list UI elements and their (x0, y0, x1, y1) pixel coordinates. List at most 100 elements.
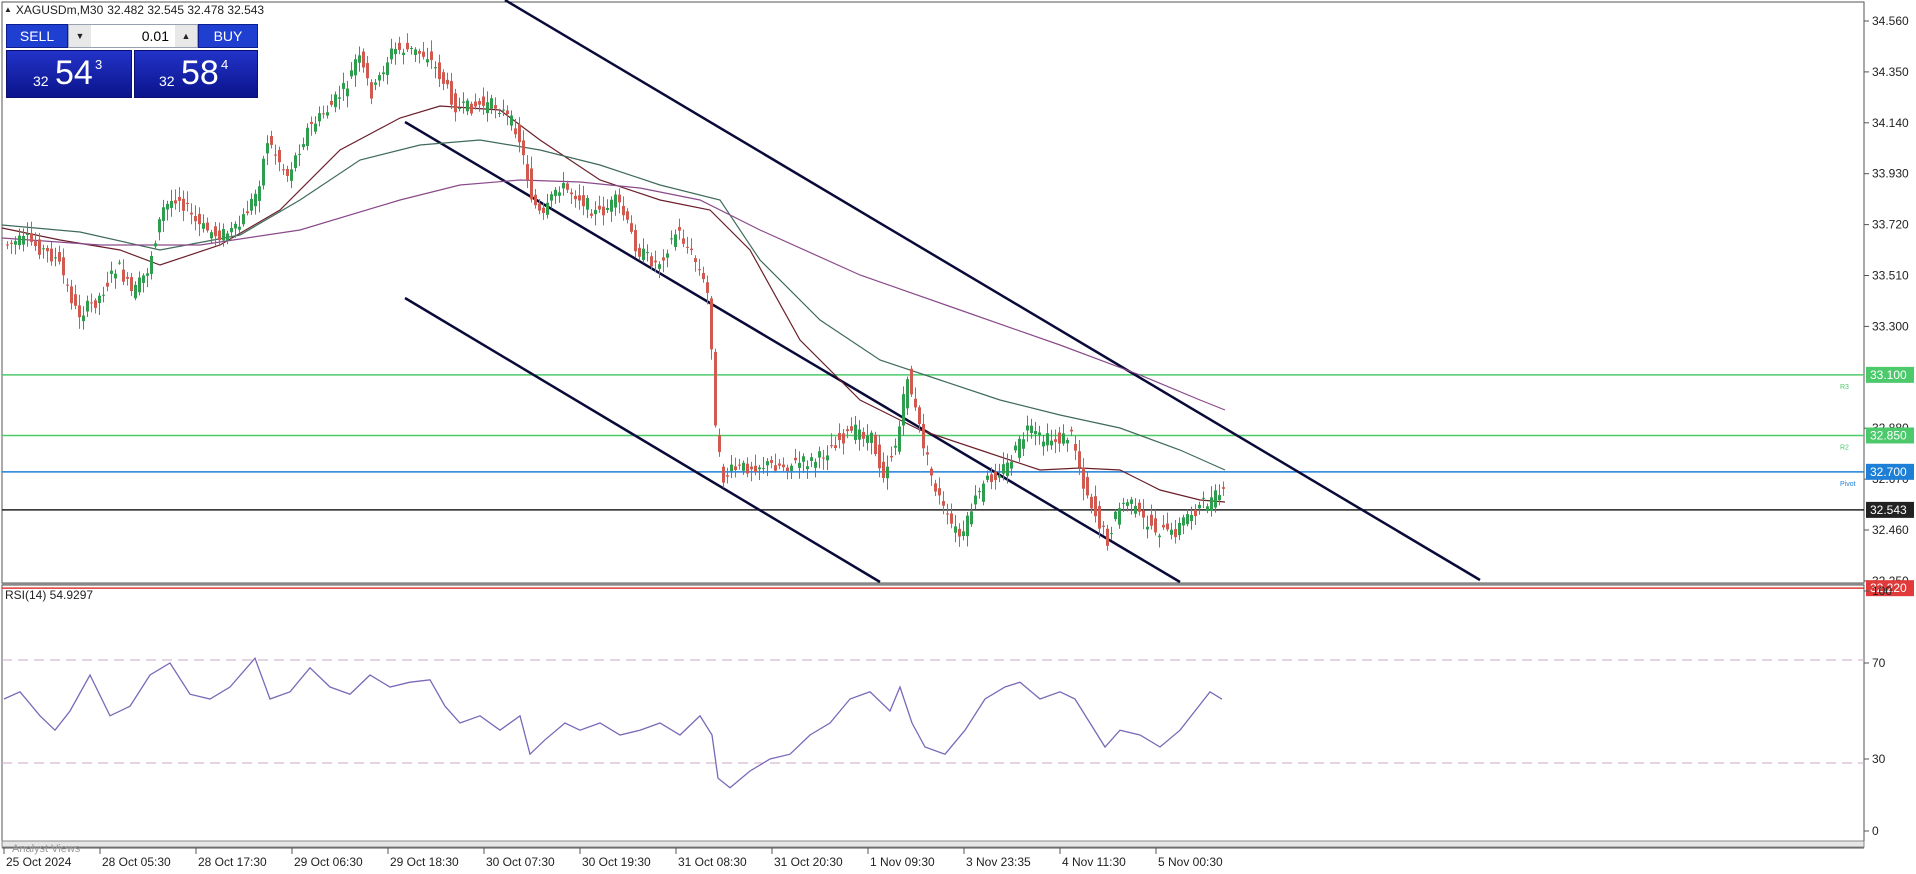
lot-size-input[interactable] (91, 27, 175, 45)
candle-body (482, 96, 485, 106)
candle-body (614, 194, 617, 208)
candle-body (582, 195, 585, 207)
channel-upper-line[interactable] (504, 0, 1481, 582)
candle-body (1122, 502, 1125, 504)
symbol-header: ▲ XAGUSDm,M30 32.482 32.545 32.478 32.54… (4, 3, 264, 17)
symbol-timeframe: XAGUSDm,M30 (15, 3, 104, 17)
candle-body (678, 227, 681, 231)
candle-body (1202, 497, 1205, 499)
level-tag-text: R2 (1840, 444, 1849, 451)
candle-body (58, 252, 61, 262)
candle-body (914, 398, 917, 408)
candle-body (82, 315, 85, 322)
candle-body (474, 101, 477, 107)
candle-body (962, 531, 965, 537)
level-price-tag-text: 32.700 (1870, 465, 1907, 479)
candle-body (106, 282, 109, 287)
candle-body (702, 273, 705, 280)
candle-body (746, 463, 749, 474)
candle-body (998, 475, 1001, 478)
chart-canvas[interactable]: 34.560 34.350 34.140 33.930 33.720 33.510 33.3… (0, 0, 1916, 874)
time-axis-label: 31 Oct 20:30 (774, 855, 843, 869)
price-axis-label: 33.930 (1872, 167, 1909, 181)
candle-body (1126, 502, 1129, 506)
time-axis-label: 1 Nov 09:30 (870, 855, 935, 869)
trend-channel[interactable] (404, 0, 1481, 584)
candle-body (494, 105, 497, 109)
candle-body (418, 50, 421, 54)
buy-button[interactable]: BUY (198, 24, 258, 48)
candle-body (1106, 528, 1109, 546)
candle-body (538, 203, 541, 211)
candle-body (162, 207, 165, 221)
candle-body (366, 63, 369, 79)
candle-body (734, 466, 737, 471)
candle-body (798, 462, 801, 468)
sell-price-box[interactable]: 32 54 3 (6, 50, 132, 98)
candle-body (314, 123, 317, 132)
candle-body (410, 47, 413, 49)
candle-body (810, 457, 813, 461)
candle-body (142, 275, 145, 283)
collapse-triangle-icon[interactable]: ▲ (4, 3, 12, 17)
candle-body (846, 429, 849, 432)
candle-body (710, 298, 713, 350)
candle-body (426, 59, 429, 63)
one-click-trading-panel: SELL ▼ ▲ BUY 32 54 3 32 58 4 (6, 24, 258, 98)
candle-body (74, 294, 77, 306)
price-axis-label: 33.300 (1872, 319, 1909, 333)
candle-body (458, 108, 461, 110)
candle-body (806, 466, 809, 470)
candle-body (522, 140, 525, 156)
candle-body (34, 241, 37, 247)
candle-body (170, 200, 173, 208)
candle-body (158, 219, 161, 233)
candle-body (1010, 461, 1013, 469)
candle-body (622, 205, 625, 216)
rsi-indicator-label: RSI(14) 54.9297 (5, 588, 94, 602)
candle-body (730, 464, 733, 472)
channel-lower-line[interactable] (404, 296, 881, 584)
candle-body (386, 62, 389, 76)
lot-increase-arrow-icon[interactable]: ▲ (175, 25, 197, 47)
candle-body (198, 213, 201, 225)
candle-body (298, 153, 301, 155)
channel-middle-line[interactable] (404, 120, 1181, 584)
candle-body (1022, 439, 1025, 449)
candle-body (174, 200, 177, 204)
candle-body (1050, 440, 1053, 446)
candle-body (382, 72, 385, 75)
candle-body (1082, 467, 1085, 489)
candle-body (758, 467, 761, 470)
sell-price-sup: 3 (95, 57, 103, 72)
candle-body (1098, 506, 1101, 529)
candle-body (450, 81, 453, 105)
candle-body (606, 207, 609, 210)
candle-body (802, 456, 805, 462)
time-axis-label: 28 Oct 17:30 (198, 855, 267, 869)
rsi-axis-label: 100 (1872, 584, 1892, 598)
lot-decrease-arrow-icon[interactable]: ▼ (69, 25, 91, 47)
candle-body (50, 248, 53, 262)
candle-body (102, 294, 105, 296)
candle-body (390, 48, 393, 60)
candle-body (330, 101, 333, 105)
candle-body (38, 239, 41, 255)
buy-price-box[interactable]: 32 58 4 (134, 50, 258, 98)
rsi-line (3, 656, 1223, 789)
candle-body (718, 435, 721, 452)
candle-body (898, 426, 901, 452)
candle-body (1030, 425, 1033, 433)
candle-body (250, 198, 253, 211)
candle-body (742, 462, 745, 471)
level-price-tag-text: 33.100 (1870, 368, 1907, 382)
candle-body (486, 102, 489, 114)
candle-body (302, 144, 305, 148)
candle-body (1046, 433, 1049, 446)
candle-body (30, 233, 33, 242)
candle-body (430, 51, 433, 61)
analyst-views-label[interactable]: Analyst Views (12, 843, 80, 855)
sell-button[interactable]: SELL (6, 24, 68, 48)
candle-body (254, 193, 257, 207)
candle-body (866, 435, 869, 443)
